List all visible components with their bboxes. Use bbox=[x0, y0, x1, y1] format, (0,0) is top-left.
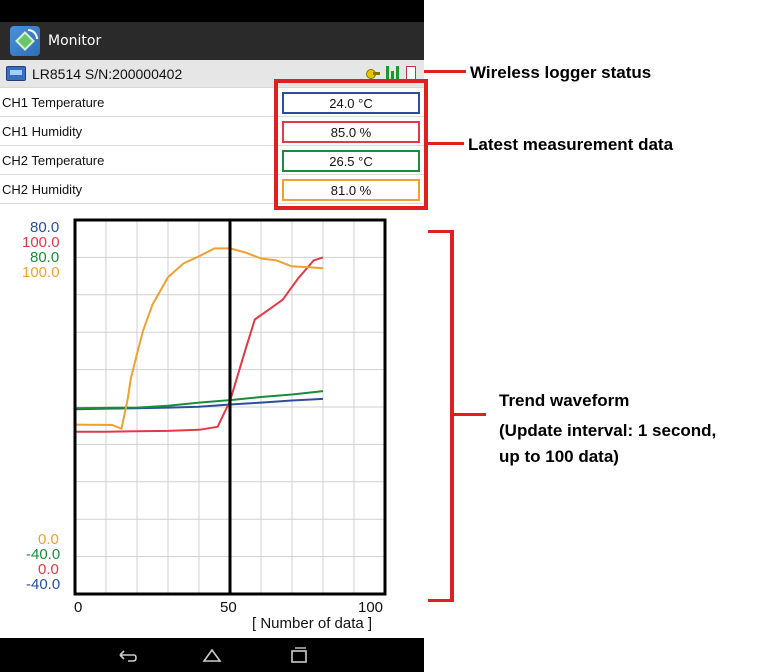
android-nav-bar bbox=[0, 638, 424, 672]
bracket-top bbox=[428, 230, 450, 233]
trend-chart: 80.0 100.0 80.0 100.0 0.0 -40.0 0.0 -40.… bbox=[0, 206, 424, 638]
app-title: Monitor bbox=[48, 33, 102, 49]
annotation-latest-data: Latest measurement data bbox=[468, 135, 674, 154]
app-logo-icon[interactable] bbox=[10, 26, 40, 56]
callout-line bbox=[424, 70, 466, 73]
annotation-trend: Trend waveform bbox=[499, 391, 630, 410]
x-tick-label: 50 bbox=[220, 599, 237, 616]
status-bar bbox=[0, 0, 424, 22]
key-icon bbox=[366, 68, 380, 79]
x-axis-unit: [ Number of data ] bbox=[252, 615, 373, 632]
app-bar: Monitor bbox=[0, 22, 424, 60]
measurement-label: CH2 Humidity bbox=[2, 181, 83, 197]
measurement-label: CH1 Temperature bbox=[2, 94, 105, 110]
signal-strength-icon bbox=[386, 66, 400, 80]
bracket-bottom bbox=[428, 599, 450, 602]
x-tick-label: 100 bbox=[358, 599, 384, 616]
annotation-wireless-status: Wireless logger status bbox=[470, 63, 652, 82]
callout-line bbox=[428, 142, 464, 145]
wireless-status-icons bbox=[366, 66, 416, 80]
trend-plot bbox=[73, 218, 387, 596]
recent-apps-icon[interactable] bbox=[288, 646, 310, 664]
measurement-label: CH1 Humidity bbox=[2, 123, 83, 139]
callout-line bbox=[454, 413, 486, 416]
measurement-label: CH2 Temperature bbox=[2, 152, 105, 168]
battery-icon bbox=[406, 66, 416, 80]
annotation-trend-capacity: up to 100 data) bbox=[499, 447, 619, 466]
back-icon[interactable] bbox=[116, 646, 138, 664]
home-icon[interactable] bbox=[201, 646, 223, 664]
logger-name: LR8514 S/N:200000402 bbox=[32, 65, 183, 82]
annotation-trend-interval: (Update interval: 1 second, bbox=[499, 421, 717, 440]
logger-device-icon bbox=[6, 66, 26, 81]
x-tick-label: 0 bbox=[74, 599, 83, 616]
measurement-highlight-box bbox=[274, 79, 428, 210]
bracket-spine bbox=[450, 230, 454, 602]
